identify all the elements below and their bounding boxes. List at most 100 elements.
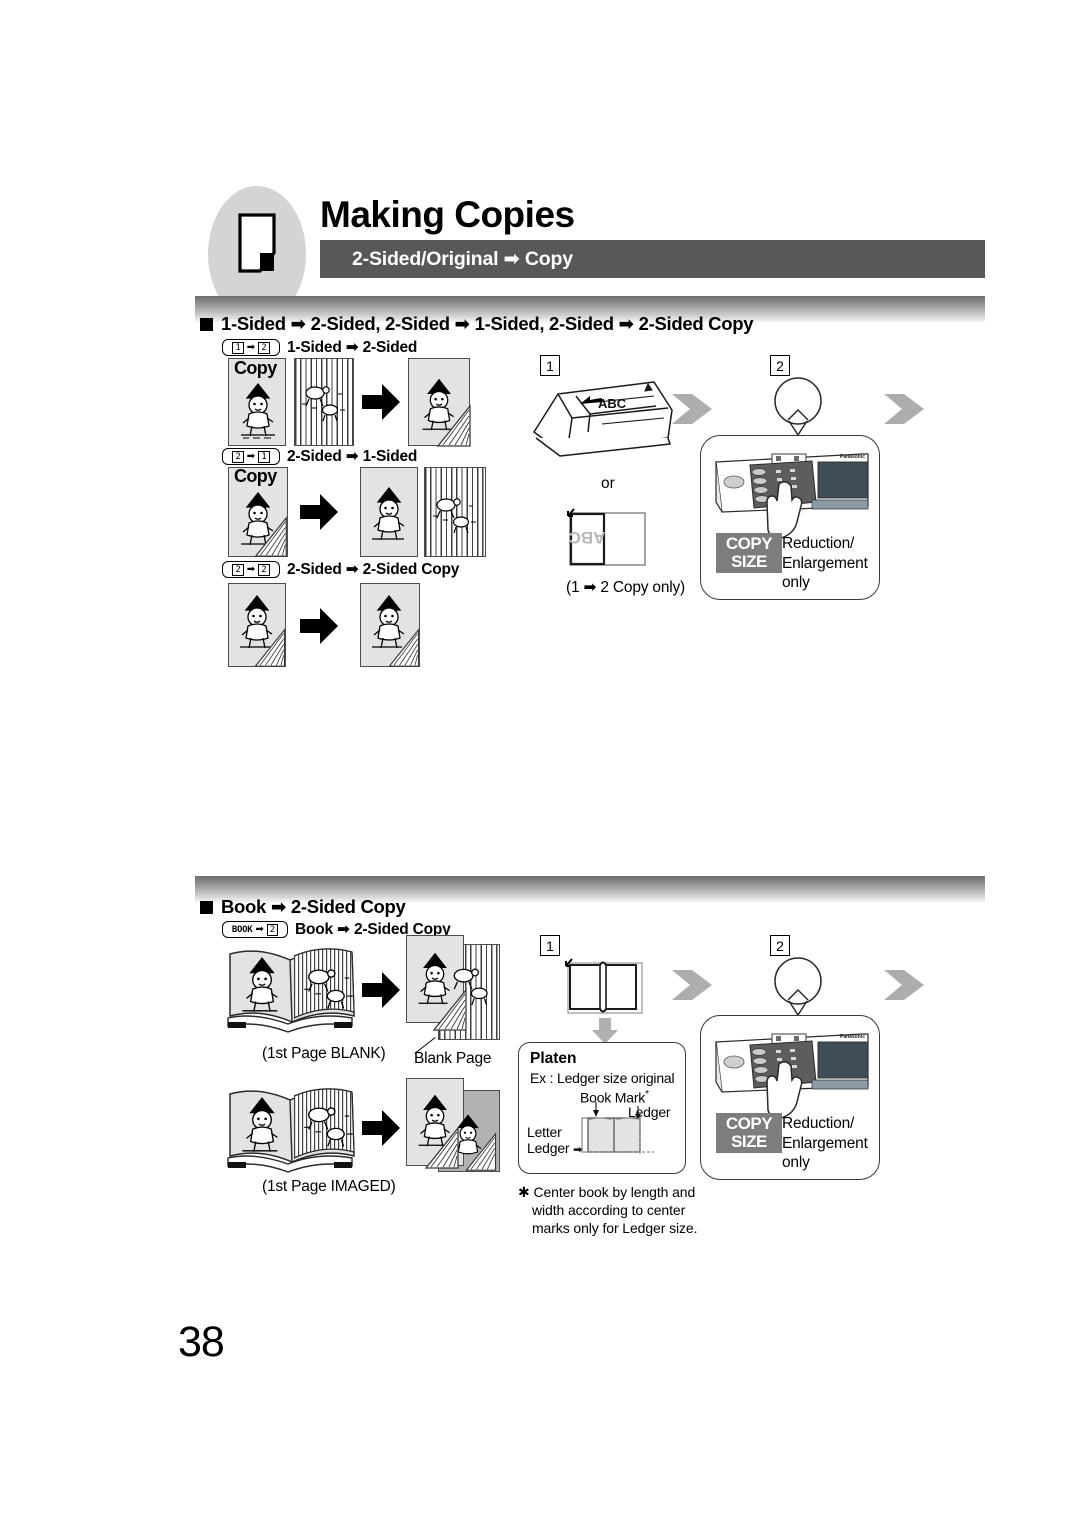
copy-size-badge: COPY SIZE	[716, 533, 782, 573]
mascot-illustration	[241, 382, 275, 439]
caption-first-page-imaged: (1st Page IMAGED)	[262, 1178, 396, 1195]
mode-row-2to2: 2 ➡ 2 2-Sided ➡ 2-Sided Copy	[222, 560, 459, 579]
note-line-1: Reduction/	[782, 1115, 855, 1132]
page-subtitle: 2-Sided/Original ➡ Copy	[352, 248, 573, 270]
footnote-line-3: marks only for Ledger size.	[532, 1220, 698, 1236]
transform-arrow-icon	[300, 608, 338, 644]
book-on-platen-illustration	[565, 958, 643, 1014]
platen-abc-text: ABC	[569, 528, 606, 547]
bullet-square-icon	[200, 317, 213, 331]
chip-right-value: 2	[266, 923, 279, 936]
platen-placement-illustration: ABC	[567, 508, 646, 566]
chip-left-value: 2	[232, 563, 244, 576]
step-number-1: 1	[540, 935, 560, 956]
page-curl-icon	[432, 988, 467, 1031]
document-page-icon	[238, 213, 276, 273]
copy-size-line2: SIZE	[731, 1132, 767, 1151]
mode-row-2to1: 2 ➡ 1 2-Sided ➡ 1-Sided	[222, 447, 417, 466]
page-title: Making Copies	[320, 193, 575, 235]
mascot-illustration	[242, 957, 278, 1012]
copy-size-note-1: Reduction/ Enlargement only	[782, 534, 868, 593]
chip-arrow-icon: ➡	[246, 450, 256, 462]
page-curl-icon	[424, 1126, 459, 1169]
copy-size-note-2: Reduction/ Enlargement only	[782, 1114, 868, 1173]
flow-chevron-icon	[884, 394, 924, 424]
transform-arrow-icon	[362, 972, 400, 1008]
platen-example-text: Ex : Ledger size original	[530, 1070, 675, 1086]
page-curl-icon	[254, 628, 286, 667]
pointing-hand-icon	[766, 481, 803, 540]
callout-balloon-icon	[774, 377, 822, 436]
bullet-square-icon	[200, 900, 213, 914]
chip-left-value: 1	[232, 341, 244, 354]
mode-chip-2-to-1[interactable]: 2 ➡ 1	[222, 448, 280, 465]
mode-chip-book-to-2[interactable]: BOOK ➡ 2	[222, 921, 288, 938]
page-number: 38	[178, 1318, 225, 1366]
mascot-illustration	[242, 1097, 278, 1152]
page-curl-icon	[254, 516, 287, 557]
mascot-reverse-illustration	[304, 1107, 353, 1147]
platen-footnote: ✱ Center book by length and width accord…	[518, 1184, 698, 1236]
step-number-2: 2	[770, 935, 790, 956]
page-curl-icon	[465, 1132, 497, 1171]
flow-chevron-icon	[672, 970, 712, 1000]
flow-chevron-icon	[672, 394, 712, 424]
platen-ledger-left-label: Ledger ➡	[527, 1140, 583, 1156]
copy-size-line1: COPY	[725, 534, 773, 553]
chip-arrow-icon: ➡	[246, 341, 256, 353]
chip-book-text: BOOK	[231, 924, 253, 935]
chip-right-value: 2	[258, 341, 270, 354]
platen-letter-label: Letter	[527, 1124, 562, 1140]
step-number-2: 2	[770, 355, 790, 376]
adf-illustration: ABC	[533, 381, 673, 457]
copy-size-line1: COPY	[725, 1114, 773, 1133]
note-line-1: Reduction/	[782, 535, 855, 552]
note-line-2: Enlargement	[782, 1134, 868, 1152]
callout-balloon-icon	[774, 957, 822, 1016]
pointing-hand-icon	[766, 1061, 803, 1120]
chip-right-value: 1	[258, 450, 270, 463]
copy-size-line2: SIZE	[731, 552, 767, 571]
caption-first-page-blank: (1st Page BLANK)	[262, 1045, 386, 1062]
header-subtitle-band: 2-Sided/Original ➡ Copy	[320, 240, 985, 278]
mode-row-1to2: 1 ➡ 2 1-Sided ➡ 2-Sided	[222, 338, 417, 357]
section-heading-text: Book ➡ 2-Sided Copy	[221, 896, 406, 917]
platen-box-title: Platen	[530, 1050, 577, 1067]
transform-arrow-icon	[300, 494, 338, 530]
section-heading-book: Book ➡ 2-Sided Copy	[200, 896, 406, 918]
mascot-reverse-illustration	[302, 386, 345, 422]
transform-arrow-icon	[362, 1110, 400, 1146]
mode-label-1to2: 1-Sided ➡ 2-Sided	[287, 339, 418, 356]
note-line-3: only	[782, 574, 810, 591]
page-header: Making Copies 2-Sided/Original ➡ Copy	[195, 186, 985, 322]
sheet-label-copy: Copy	[234, 358, 277, 378]
svg-text:ABC: ABC	[598, 396, 627, 411]
chip-arrow-icon: ➡	[255, 923, 264, 935]
note-line-3: only	[782, 1154, 810, 1171]
mascot-reverse-illustration	[433, 498, 476, 534]
mascot-illustration	[372, 486, 405, 541]
mode-chip-1-to-2[interactable]: 1 ➡ 2	[222, 339, 280, 356]
page-curl-icon	[436, 404, 471, 447]
caption-blank-page: Blank Page	[414, 1050, 492, 1067]
chip-left-value: 2	[232, 450, 244, 463]
section-heading-text: 1-Sided ➡ 2-Sided, 2-Sided ➡ 1-Sided, 2-…	[221, 313, 754, 334]
mode-chip-2-to-2[interactable]: 2 ➡ 2	[222, 561, 280, 578]
mode-label-2to1: 2-Sided ➡ 1-Sided	[287, 448, 418, 465]
footnote-line-1: Center book by length and	[533, 1184, 696, 1200]
platen-caption: (1 ➡ 2 Copy only)	[566, 579, 685, 596]
brand-label: Panasonic	[840, 1034, 865, 1040]
section-heading-two-sided: 1-Sided ➡ 2-Sided, 2-Sided ➡ 1-Sided, 2-…	[200, 313, 754, 335]
note-line-2: Enlargement	[782, 554, 868, 572]
or-separator-label: or	[601, 475, 615, 492]
down-arrow-icon	[592, 1018, 618, 1044]
mascot-reverse-illustration	[304, 969, 353, 1009]
flow-chevron-icon	[884, 970, 924, 1000]
brand-label: Panasonic	[840, 454, 865, 460]
transform-arrow-icon	[362, 384, 400, 420]
page-curl-icon	[388, 628, 420, 667]
chapter-title-row: Making Copies	[320, 188, 985, 240]
sheet-label-copy: Copy	[234, 466, 277, 486]
platen-diagram	[581, 1102, 654, 1156]
mode-label-2to2: 2-Sided ➡ 2-Sided Copy	[287, 561, 460, 578]
